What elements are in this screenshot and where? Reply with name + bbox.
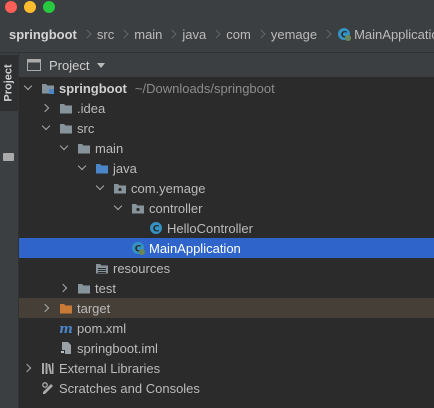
class-icon: C: [149, 221, 163, 235]
title-bar: [0, 0, 434, 16]
tree-item-com-yemage[interactable]: com.yemage: [19, 178, 434, 198]
folder-icon: [77, 281, 91, 295]
expand-arrow-icon[interactable]: [96, 178, 106, 198]
breadcrumb-separator-icon: [323, 27, 330, 41]
project-tool-window-tab[interactable]: Project: [0, 55, 18, 111]
breadcrumb-item-main[interactable]: main: [127, 27, 175, 42]
tree-item-resources[interactable]: resources: [19, 258, 434, 278]
tree-item-controller[interactable]: controller: [19, 198, 434, 218]
breadcrumb-separator-icon: [168, 27, 175, 41]
project-panel-header[interactable]: Project: [19, 53, 434, 77]
breadcrumb: springboot src main java com yemage C Ma…: [0, 16, 434, 53]
folder-icon: [59, 121, 73, 135]
svg-text:m: m: [59, 322, 73, 335]
expand-arrow-icon[interactable]: [24, 358, 34, 378]
tree-item-idea[interactable]: .idea: [19, 98, 434, 118]
expand-arrow-icon[interactable]: [42, 98, 52, 118]
maximize-window-button[interactable]: [43, 1, 55, 13]
expand-arrow-icon[interactable]: [114, 198, 124, 218]
expand-arrow-icon[interactable]: [42, 118, 52, 138]
tree-item-java[interactable]: java: [19, 158, 434, 178]
source-folder-icon: [95, 161, 109, 175]
module-folder-icon: [41, 81, 55, 95]
breadcrumb-item-com[interactable]: com: [219, 27, 264, 42]
tree-item-springboot[interactable]: springboot ~/Downloads/springboot: [19, 78, 434, 98]
tree-item-mainapplication[interactable]: C MainApplication: [19, 238, 434, 258]
expand-arrow-icon[interactable]: [78, 158, 88, 178]
breadcrumb-item-yemage[interactable]: yemage: [264, 27, 330, 42]
breadcrumb-separator-icon: [257, 27, 264, 41]
package-icon: [113, 181, 127, 195]
folder-icon: [59, 101, 73, 115]
project-folder-icon: [3, 153, 14, 161]
spring-class-icon: C: [337, 27, 352, 41]
breadcrumb-separator-icon: [212, 27, 219, 41]
tree-item-springboot-iml[interactable]: springboot.iml: [19, 338, 434, 358]
breadcrumb-item-src[interactable]: src: [90, 27, 127, 42]
maven-icon: m: [59, 321, 73, 335]
excluded-folder-icon: [59, 301, 73, 315]
spring-class-icon: C: [131, 241, 145, 255]
iml-file-icon: [59, 341, 73, 355]
tree-item-external-libraries[interactable]: External Libraries: [19, 358, 434, 378]
breadcrumb-item-java[interactable]: java: [175, 27, 219, 42]
close-window-button[interactable]: [5, 1, 17, 13]
tree-item-target[interactable]: target: [19, 298, 434, 318]
breadcrumb-item-springboot[interactable]: springboot: [0, 27, 90, 42]
tree-item-scratches-and-consoles[interactable]: Scratches and Consoles: [19, 378, 434, 398]
tree-item-src[interactable]: src: [19, 118, 434, 138]
tree-item-test[interactable]: test: [19, 278, 434, 298]
expand-arrow-icon[interactable]: [60, 278, 70, 298]
folder-icon: [77, 141, 91, 155]
tree-item-main[interactable]: main: [19, 138, 434, 158]
package-icon: [131, 201, 145, 215]
scratches-icon: [41, 381, 55, 395]
tree-item-hellocontroller[interactable]: C HelloController: [19, 218, 434, 238]
resources-folder-icon: [95, 261, 109, 275]
tree-item-pom-xml[interactable]: m pom.xml: [19, 318, 434, 338]
expand-arrow-icon[interactable]: [60, 138, 70, 158]
project-view-icon: [27, 59, 41, 71]
expand-arrow-icon[interactable]: [24, 78, 34, 98]
view-dropdown-icon[interactable]: [97, 62, 106, 68]
project-tree: springboot ~/Downloads/springboot .idea …: [19, 78, 434, 398]
svg-text:C: C: [153, 225, 160, 235]
panel-title: Project: [49, 57, 90, 73]
left-tool-strip: Project: [0, 53, 19, 408]
libraries-icon: [41, 361, 55, 375]
breadcrumb-separator-icon: [83, 27, 90, 41]
expand-arrow-icon[interactable]: [42, 298, 52, 318]
breadcrumb-item-mainapplication[interactable]: C MainApplication: [330, 27, 434, 42]
breadcrumb-separator-icon: [120, 27, 127, 41]
minimize-window-button[interactable]: [24, 1, 36, 13]
